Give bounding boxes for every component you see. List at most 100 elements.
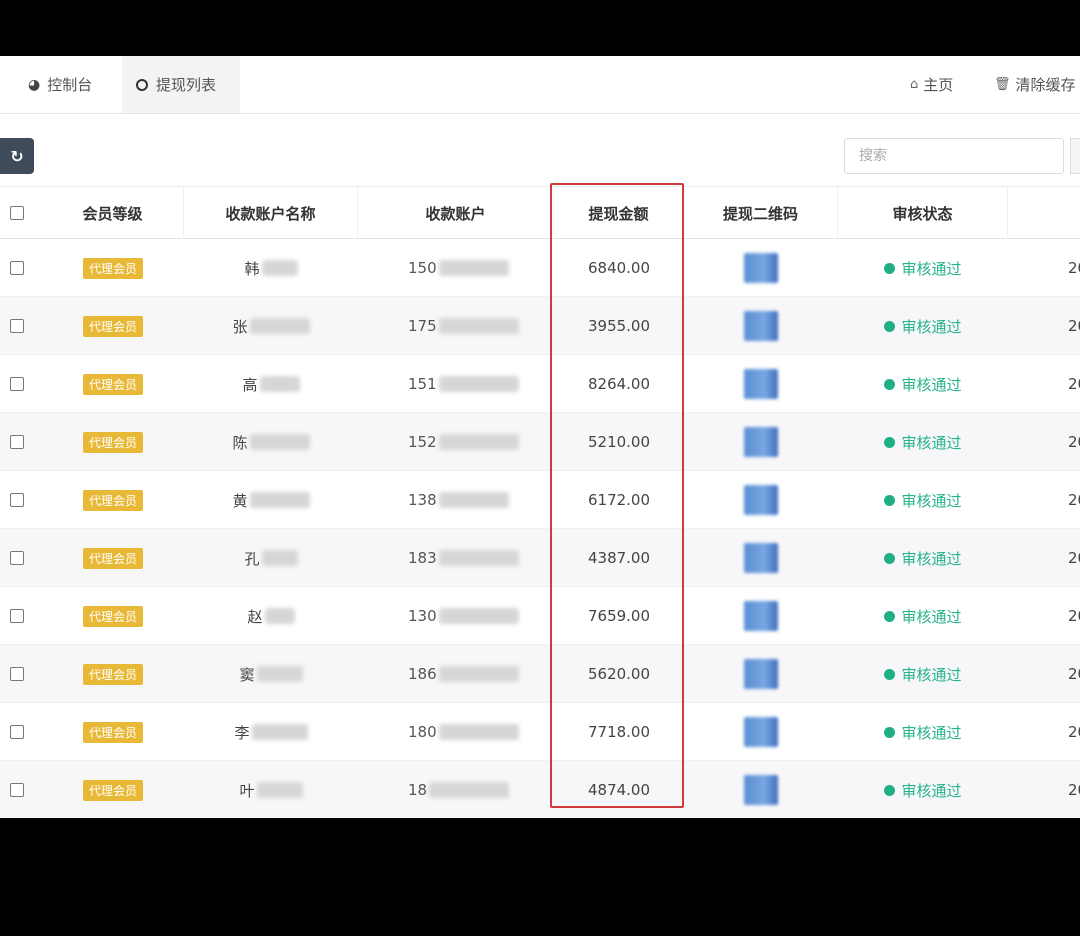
status-label: 审核通过 xyxy=(901,375,962,394)
table-row[interactable]: 代理会员 韩 150 6840.00 审核通过 20 xyxy=(0,239,1080,297)
top-navigation: ◕ 控制台 提现列表 ⌂ 主页 🗑 清除缓存 xyxy=(0,56,1080,114)
account-name-cell: 黄 xyxy=(184,471,358,529)
status-dot-icon xyxy=(884,494,896,506)
col-account-name[interactable]: 收款账户名称 xyxy=(184,187,358,239)
tab-withdraw-list-label: 提现列表 xyxy=(156,76,217,94)
col-account[interactable]: 收款账户 xyxy=(358,187,554,239)
table-row[interactable]: 代理会员 张 175 3955.00 审核通过 20 xyxy=(0,297,1080,355)
account-cell: 186 xyxy=(358,645,554,703)
qrcode-thumbnail[interactable] xyxy=(744,427,778,457)
qrcode-thumbnail[interactable] xyxy=(744,543,778,573)
qrcode-thumbnail[interactable] xyxy=(744,253,778,283)
clear-cache-link[interactable]: 🗑 清除缓存 xyxy=(994,56,1076,113)
col-qrcode[interactable]: 提现二维码 xyxy=(684,187,838,239)
account-cell: 175 xyxy=(358,297,554,355)
status-cell: 审核通过 xyxy=(838,413,1008,471)
redacted-blur xyxy=(256,782,303,798)
home-icon: ⌂ xyxy=(910,77,919,92)
qrcode-thumbnail[interactable] xyxy=(744,775,778,805)
row-checkbox[interactable] xyxy=(10,609,24,623)
status-label: 审核通过 xyxy=(901,549,962,568)
home-link[interactable]: ⌂ 主页 xyxy=(910,56,953,113)
home-link-label: 主页 xyxy=(923,76,954,94)
withdraw-amount: 8264.00 xyxy=(587,375,651,393)
date-cell: 20 xyxy=(1000,587,1080,645)
search-button[interactable] xyxy=(1070,138,1080,174)
row-checkbox[interactable] xyxy=(10,261,24,275)
select-all-checkbox[interactable] xyxy=(10,206,24,220)
row-select-cell xyxy=(0,587,34,645)
col-amount[interactable]: 提现金额 xyxy=(554,187,684,239)
account-number: 175 xyxy=(408,317,437,335)
account-name-cell: 叶 xyxy=(184,761,358,818)
member-level-badge: 代理会员 xyxy=(82,547,143,569)
account-name: 孔 xyxy=(244,549,260,568)
row-checkbox[interactable] xyxy=(10,551,24,565)
status-dot-icon xyxy=(884,378,896,390)
account-name-cell: 赵 xyxy=(184,587,358,645)
date-text: 20 xyxy=(1068,607,1080,625)
table-row[interactable]: 代理会员 窦 186 5620.00 审核通过 20 xyxy=(0,645,1080,703)
account-name: 窦 xyxy=(239,665,255,684)
qrcode-thumbnail[interactable] xyxy=(744,601,778,631)
status-label: 审核通过 xyxy=(901,259,962,278)
table-row[interactable]: 代理会员 陈 152 5210.00 审核通过 20 xyxy=(0,413,1080,471)
status-dot-icon xyxy=(884,552,896,564)
member-level-badge: 代理会员 xyxy=(82,257,143,279)
member-level-badge: 代理会员 xyxy=(82,315,143,337)
table-row[interactable]: 代理会员 赵 130 7659.00 审核通过 20 xyxy=(0,587,1080,645)
date-cell: 20 xyxy=(1000,703,1080,761)
select-all-cell xyxy=(0,187,34,239)
row-checkbox[interactable] xyxy=(10,667,24,681)
redacted-blur xyxy=(259,376,300,392)
row-checkbox[interactable] xyxy=(10,435,24,449)
table-row[interactable]: 代理会员 叶 18 4874.00 审核通过 20 xyxy=(0,761,1080,818)
account-number: 180 xyxy=(408,723,437,741)
qrcode-thumbnail[interactable] xyxy=(744,485,778,515)
withdraw-amount: 3955.00 xyxy=(587,317,651,335)
redacted-blur xyxy=(251,724,308,740)
row-checkbox[interactable] xyxy=(10,377,24,391)
account-number: 138 xyxy=(408,491,437,509)
tab-dashboard[interactable]: ◕ 控制台 xyxy=(28,56,92,113)
dashboard-icon: ◕ xyxy=(28,76,41,93)
member-level-cell: 代理会员 xyxy=(42,297,184,355)
table-row[interactable]: 代理会员 黄 138 6172.00 审核通过 20 xyxy=(0,471,1080,529)
account-cell: 130 xyxy=(358,587,554,645)
qrcode-thumbnail[interactable] xyxy=(744,311,778,341)
row-checkbox[interactable] xyxy=(10,319,24,333)
redacted-blur xyxy=(438,608,519,624)
account-cell: 180 xyxy=(358,703,554,761)
status-label: 审核通过 xyxy=(901,781,962,800)
account-name: 黄 xyxy=(232,491,248,510)
qrcode-thumbnail[interactable] xyxy=(744,659,778,689)
table-row[interactable]: 代理会员 孔 183 4387.00 审核通过 20 xyxy=(0,529,1080,587)
table-row[interactable]: 代理会员 李 180 7718.00 审核通过 20 xyxy=(0,703,1080,761)
qrcode-thumbnail[interactable] xyxy=(744,717,778,747)
redacted-blur xyxy=(438,260,509,276)
circle-icon xyxy=(136,78,148,91)
search-input[interactable] xyxy=(844,138,1064,174)
account-name-cell: 窦 xyxy=(184,645,358,703)
amount-cell: 3955.00 xyxy=(554,297,684,355)
row-checkbox[interactable] xyxy=(10,783,24,797)
redacted-blur xyxy=(429,782,510,798)
tab-withdraw-list[interactable]: 提现列表 xyxy=(122,56,240,113)
row-select-cell xyxy=(0,645,34,703)
withdraw-amount: 6840.00 xyxy=(587,259,651,277)
col-status[interactable]: 审核状态 xyxy=(838,187,1008,239)
date-text: 20 xyxy=(1068,723,1080,741)
qrcode-thumbnail[interactable] xyxy=(744,369,778,399)
member-level-cell: 代理会员 xyxy=(42,413,184,471)
col-member-level[interactable]: 会员等级 xyxy=(42,187,184,239)
account-number: 18 xyxy=(408,781,428,799)
row-checkbox[interactable] xyxy=(10,493,24,507)
redacted-blur xyxy=(249,318,310,334)
table-row[interactable]: 代理会员 高 151 8264.00 审核通过 20 xyxy=(0,355,1080,413)
member-level-cell: 代理会员 xyxy=(42,355,184,413)
account-cell: 138 xyxy=(358,471,554,529)
member-level-badge: 代理会员 xyxy=(82,605,143,627)
refresh-button[interactable]: ↻ xyxy=(0,138,34,174)
row-checkbox[interactable] xyxy=(10,725,24,739)
row-select-cell xyxy=(0,355,34,413)
